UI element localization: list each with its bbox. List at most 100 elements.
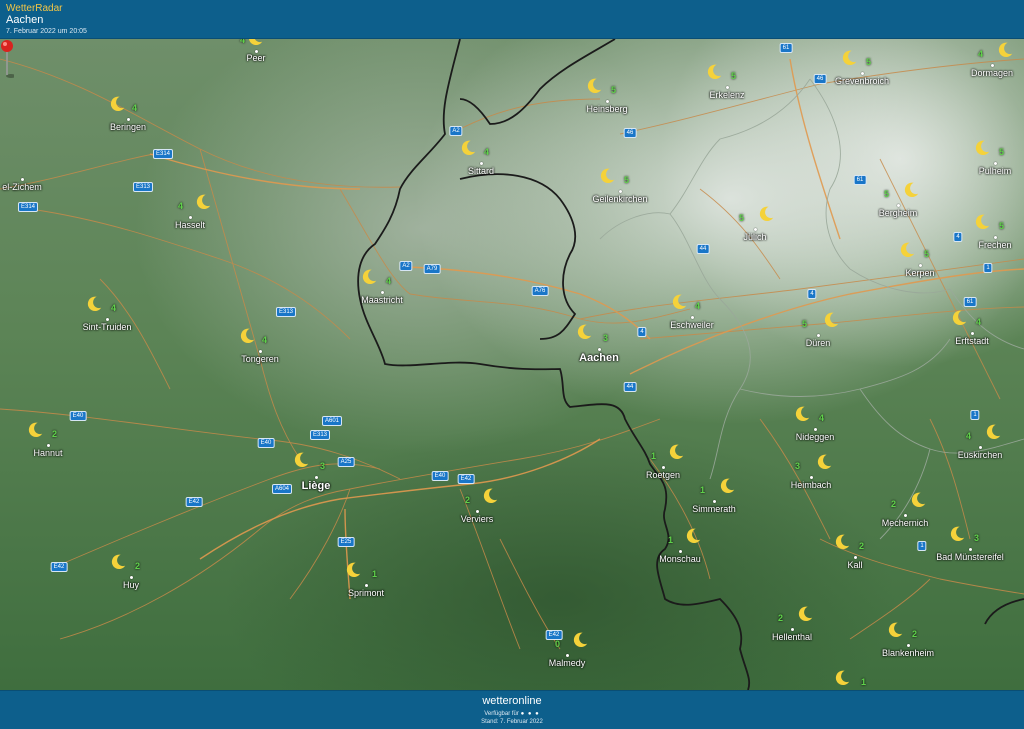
city-dot	[566, 654, 569, 657]
app-name: WetterRadar	[6, 3, 63, 14]
moon-icon	[824, 312, 839, 328]
wind-value: 5	[999, 147, 1005, 157]
city-label: Bad Münstereifel	[936, 552, 1004, 562]
city-label: el-Zichem	[2, 182, 42, 192]
wind-value: 4	[484, 147, 490, 157]
city-dot	[130, 576, 133, 579]
city-dot	[606, 100, 609, 103]
road-shield: 4	[953, 232, 963, 242]
city-label: Geilenkirchen	[592, 194, 648, 204]
road-shield: 46	[813, 74, 827, 84]
wind-value: 0	[555, 639, 561, 649]
road-shield: E42	[50, 562, 68, 572]
moon-icon	[483, 488, 498, 504]
city-dot	[691, 316, 694, 319]
road-shield: A76	[531, 286, 549, 296]
app-header: WetterRadar Aachen 7. Februar 2022 um 20…	[0, 0, 1024, 39]
city-label: Heinsberg	[586, 104, 628, 114]
wind-value: 4	[240, 39, 246, 45]
city-dot	[994, 162, 997, 165]
road-shield: A25	[337, 457, 355, 467]
wind-value: 5	[866, 57, 872, 67]
wind-value: 1	[861, 677, 867, 687]
moon-icon	[669, 444, 684, 460]
wind-value: 4	[695, 301, 701, 311]
wind-value: 5	[624, 175, 630, 185]
city-label: Sprimont	[347, 588, 385, 598]
moon-icon	[196, 194, 211, 210]
moon-icon	[975, 140, 990, 156]
wind-value: 4	[966, 431, 972, 441]
wind-value: 5	[611, 85, 617, 95]
moon-icon	[998, 42, 1013, 58]
moon-icon	[461, 140, 476, 156]
wind-value: 4	[178, 201, 184, 211]
location-title[interactable]: Aachen	[6, 14, 43, 26]
wind-value: 4	[819, 413, 825, 423]
platform-dots: ● ● ●	[520, 711, 540, 717]
wind-value: 1	[700, 485, 706, 495]
road-shield: 46	[623, 128, 637, 138]
moon-icon	[346, 562, 361, 578]
wind-value: 1	[668, 535, 674, 545]
road-shield: 61	[853, 175, 867, 185]
city-dot	[106, 318, 109, 321]
city-dot	[619, 190, 622, 193]
wind-value: 5	[924, 249, 930, 259]
road-shield: E313	[132, 182, 154, 192]
location-pin-icon[interactable]	[0, 39, 14, 79]
city-label: Sint-Truiden	[82, 322, 132, 332]
moon-icon	[911, 492, 926, 508]
city-label: Aachen	[579, 352, 619, 364]
road-shield: A2	[449, 126, 463, 136]
wind-value: 1	[651, 451, 657, 461]
city-label: Tongeren	[241, 354, 279, 364]
weather-map[interactable]: 4 Peer 4 Beringen el-Zichem 4 Hasselt 4 …	[0, 39, 1024, 690]
road-shield: 44	[623, 382, 637, 392]
city-dot	[726, 86, 729, 89]
road-shield: 61	[779, 43, 793, 53]
moon-icon	[986, 424, 1001, 440]
wind-value: 4	[111, 303, 117, 313]
road-shield: E314	[17, 202, 39, 212]
road-shield: 1	[970, 410, 980, 420]
wind-value: 2	[135, 561, 141, 571]
wind-value: 2	[465, 495, 471, 505]
moon-icon	[573, 632, 588, 648]
wind-value: 5	[802, 319, 808, 329]
road-shield: 1	[917, 541, 927, 551]
city-label: Roetgen	[645, 470, 681, 480]
wind-value: 3	[974, 533, 980, 543]
moon-icon	[707, 64, 722, 80]
wind-value: 2	[859, 541, 865, 551]
city-dot	[854, 556, 857, 559]
city-dot	[47, 444, 50, 447]
road-shield: 61	[963, 297, 977, 307]
city-label: Hasselt	[174, 220, 206, 230]
timestamp: 7. Februar 2022 um 20:05	[6, 28, 87, 35]
road-shield: A2	[399, 261, 413, 271]
map-lines	[0, 39, 1024, 690]
moon-icon	[950, 526, 965, 542]
road-shield: 44	[696, 244, 710, 254]
city-label: Düren	[805, 338, 831, 348]
moon-icon	[686, 528, 701, 544]
availability-line: Verfügbar für ● ● ●	[0, 711, 1024, 717]
moon-icon	[795, 406, 810, 422]
city-label: Pulheim	[978, 166, 1012, 176]
city-dot	[598, 348, 601, 351]
city-label: Bergheim	[878, 208, 918, 218]
road-shield: E40	[431, 471, 449, 481]
city-dot	[679, 550, 682, 553]
city-label: Sittard	[467, 166, 495, 176]
wind-value: 1	[372, 569, 378, 579]
wind-value: 5	[884, 189, 890, 199]
city-label: Hannut	[33, 448, 63, 458]
city-dot	[713, 500, 716, 503]
wind-value: 4	[978, 49, 984, 59]
city-dot	[662, 466, 665, 469]
road-shield: 1	[983, 263, 993, 273]
road-shield: E313	[309, 430, 331, 440]
city-dot	[480, 162, 483, 165]
road-shield: A601	[321, 416, 343, 426]
